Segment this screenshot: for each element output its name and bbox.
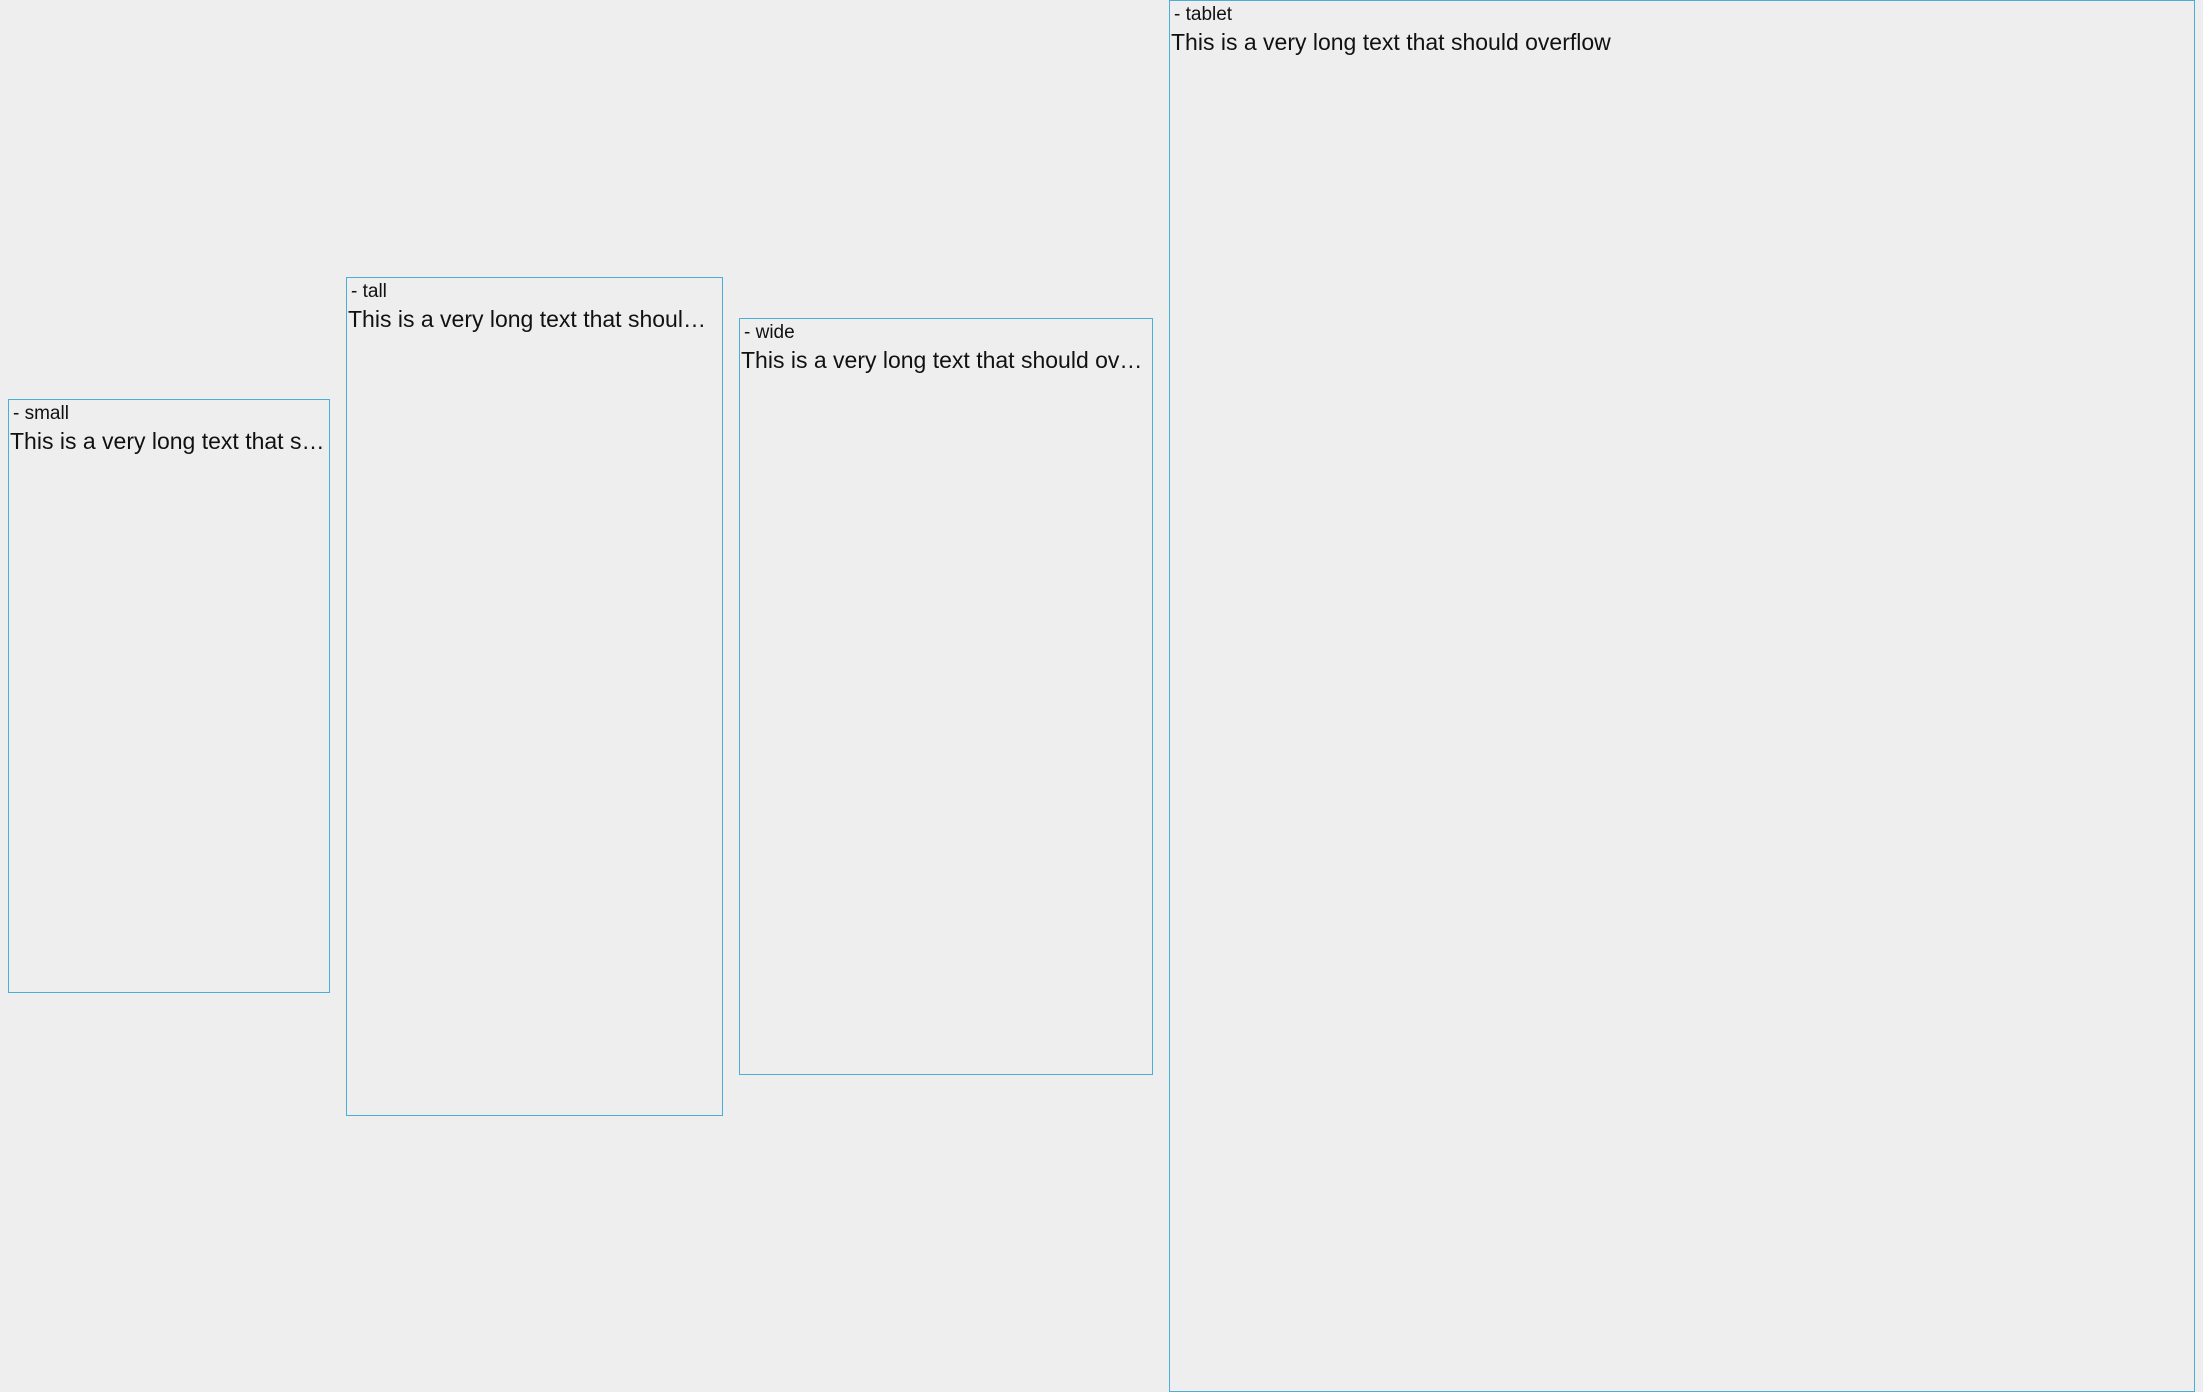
- viewport-label-small: - small: [13, 403, 69, 424]
- viewport-small: - small This is a very long text that sh…: [8, 399, 330, 993]
- viewport-label-tablet: - tablet: [1174, 4, 1233, 25]
- viewport-wide: - wide This is a very long text that sho…: [739, 318, 1153, 1075]
- overflow-text-tall: This is a very long text that should ove…: [348, 306, 718, 332]
- viewport-label-wide: - wide: [744, 322, 795, 343]
- viewport-tall: - tall This is a very long text that sho…: [346, 277, 723, 1116]
- overflow-text-wide: This is a very long text that should ove…: [741, 347, 1148, 373]
- viewport-label-tall: - tall: [351, 281, 387, 302]
- overflow-text-small: This is a very long text that should ove…: [10, 428, 325, 454]
- overflow-text-tablet: This is a very long text that should ove…: [1171, 29, 1611, 55]
- viewport-tablet: - tablet This is a very long text that s…: [1169, 0, 2195, 1392]
